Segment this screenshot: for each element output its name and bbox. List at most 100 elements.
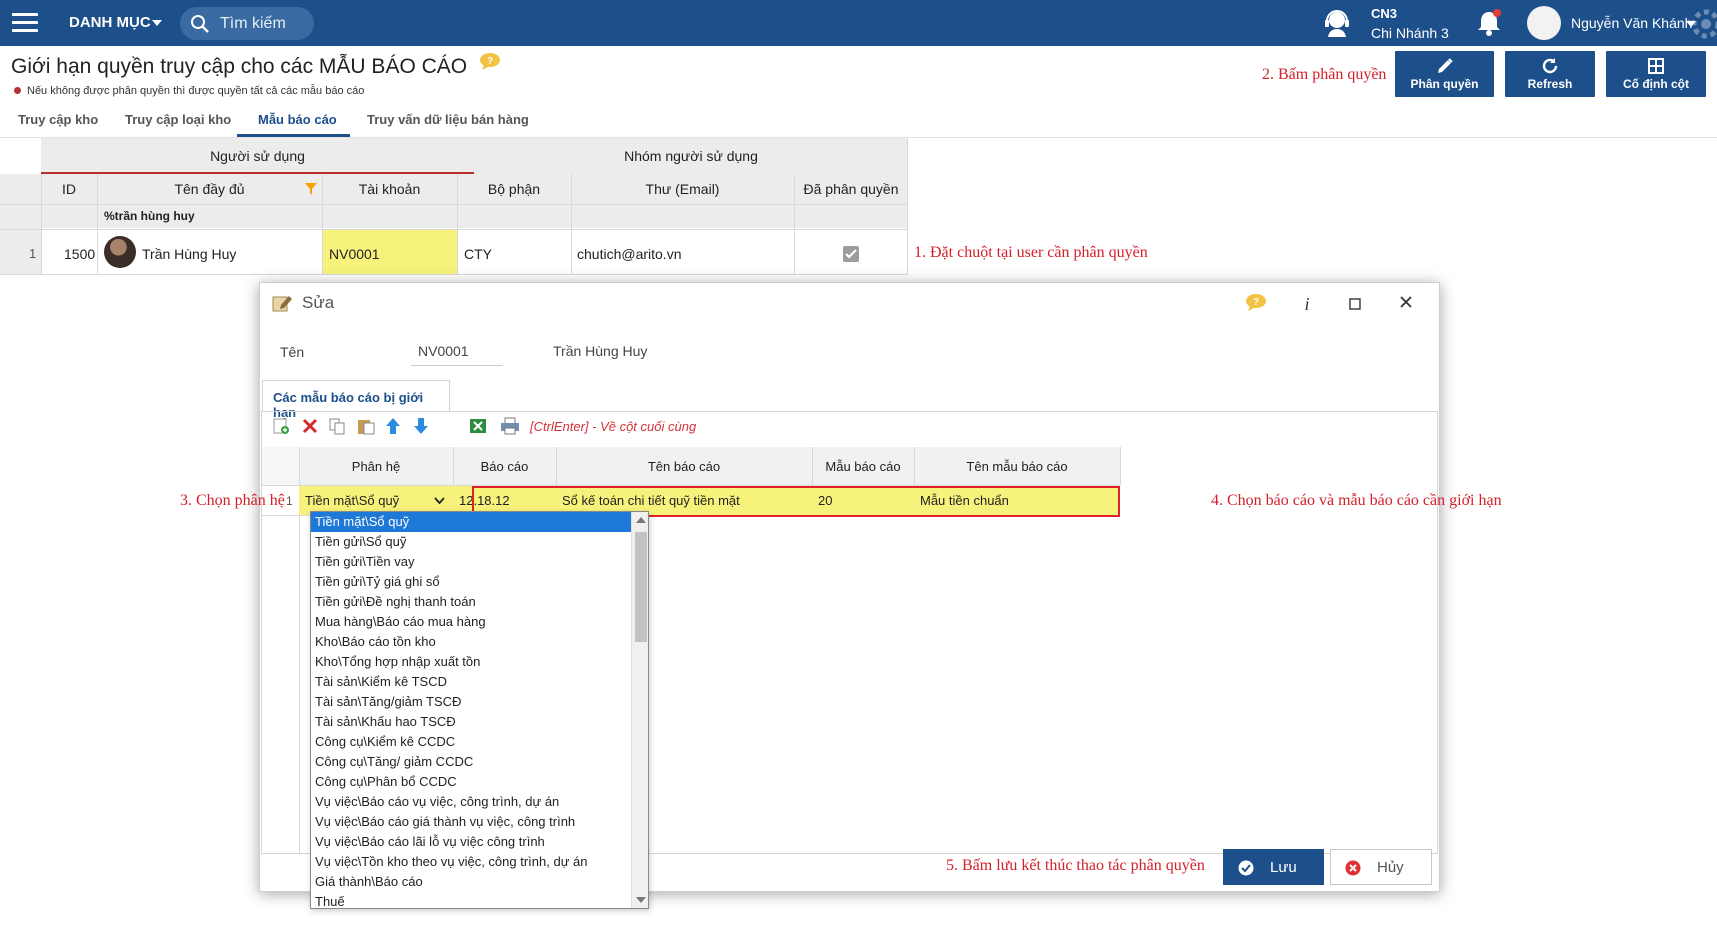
maximize-icon[interactable] bbox=[1349, 298, 1361, 310]
bell-icon[interactable] bbox=[1474, 8, 1504, 38]
full-name-field: Trần Hùng Huy bbox=[553, 343, 648, 359]
filter-icon[interactable] bbox=[304, 182, 318, 196]
grid-line bbox=[322, 174, 323, 275]
tab-warehouse-type-access[interactable]: Truy cập loại kho bbox=[125, 112, 231, 127]
copy-icon[interactable] bbox=[328, 417, 346, 435]
filter-full-name[interactable]: %trần hùng huy bbox=[104, 209, 195, 223]
dropdown-option[interactable]: Tiền mặt\Sổ quỹ bbox=[311, 512, 631, 532]
branch-name[interactable]: Chi Nhánh 3 bbox=[1371, 25, 1449, 41]
dropdown-option[interactable]: Mua hàng\Báo cáo mua hàng bbox=[311, 612, 631, 632]
dropdown-option[interactable]: Kho\Báo cáo tồn kho bbox=[311, 632, 631, 652]
help-icon[interactable]: ? bbox=[479, 52, 501, 70]
tab-report-templates[interactable]: Mẫu báo cáo bbox=[258, 112, 337, 127]
dropdown-option[interactable]: Thuế bbox=[311, 892, 631, 908]
column-header-report-name[interactable]: Tên báo cáo bbox=[556, 447, 812, 485]
branch-code[interactable]: CN3 bbox=[1371, 6, 1397, 21]
cell-id[interactable]: 1500 bbox=[64, 246, 95, 262]
dropdown-option[interactable]: Kho\Tổng hợp nhập xuất tồn bbox=[311, 652, 631, 672]
dropdown-option[interactable]: Tài sản\Khấu hao TSCĐ bbox=[311, 712, 631, 732]
dropdown-option[interactable]: Tiền gửi\Tỷ giá ghi sổ bbox=[311, 572, 631, 592]
dropdown-option[interactable]: Tiền gửi\Tiền vay bbox=[311, 552, 631, 572]
dropdown-option[interactable]: Tiền gửi\Đề nghị thanh toán bbox=[311, 592, 631, 612]
catalog-menu[interactable]: DANH MỤC bbox=[69, 14, 151, 31]
add-row-icon[interactable] bbox=[272, 417, 290, 435]
column-header-department[interactable]: Bộ phận bbox=[457, 174, 571, 204]
tab-restricted-reports[interactable]: Các mẫu báo cáo bị giới hạn bbox=[262, 380, 450, 420]
dropdown-option[interactable]: Vụ việc\Báo cáo giá thành vụ việc, công … bbox=[311, 812, 631, 832]
paste-icon[interactable] bbox=[356, 417, 376, 435]
assign-permission-button[interactable]: Phân quyền bbox=[1395, 51, 1494, 97]
scroll-up-icon[interactable] bbox=[636, 516, 646, 523]
support-agent-icon[interactable] bbox=[1322, 9, 1352, 37]
scrollbar-thumb[interactable] bbox=[635, 532, 647, 642]
tab-sales-data-query[interactable]: Truy vấn dữ liệu bán hàng bbox=[367, 112, 529, 127]
chevron-down-icon[interactable] bbox=[434, 497, 445, 505]
dropdown-scrollbar[interactable] bbox=[631, 512, 648, 908]
column-header-id[interactable]: ID bbox=[41, 174, 97, 204]
dropdown-option[interactable]: Công cụ\Phân bổ CCDC bbox=[311, 772, 631, 792]
page-title: Giới hạn quyền truy cập cho các MẪU BÁO … bbox=[11, 55, 468, 78]
column-header-assigned[interactable]: Đã phân quyền bbox=[794, 174, 908, 204]
dropdown-option[interactable]: Tiền gửi\Sổ quỹ bbox=[311, 532, 631, 552]
cell-full-name[interactable]: Trần Hùng Huy bbox=[142, 246, 236, 262]
tab-warehouse-access[interactable]: Truy cập kho bbox=[18, 112, 98, 127]
grid-line bbox=[794, 174, 795, 275]
refresh-button[interactable]: Refresh bbox=[1505, 51, 1595, 97]
save-button[interactable]: Lưu bbox=[1223, 849, 1324, 885]
info-icon[interactable]: i bbox=[1300, 293, 1314, 313]
dialog-title: Sửa bbox=[302, 293, 335, 312]
move-up-icon[interactable] bbox=[384, 417, 402, 435]
group-header-user-group: Nhóm người sử dụng bbox=[474, 138, 908, 174]
close-icon[interactable] bbox=[1399, 295, 1413, 309]
assigned-checkbox[interactable] bbox=[842, 245, 860, 263]
cell-department[interactable]: CTY bbox=[464, 246, 492, 262]
column-header-full-name[interactable]: Tên đầy đủ bbox=[97, 174, 322, 204]
grid-line bbox=[1120, 447, 1121, 485]
search-icon bbox=[191, 15, 209, 33]
account-field[interactable]: NV0001 bbox=[418, 343, 469, 359]
svg-text:?: ? bbox=[487, 56, 493, 67]
annotation-step3: 3. Chọn phân hệ bbox=[180, 492, 285, 509]
excel-icon[interactable] bbox=[469, 417, 487, 435]
column-header-template-name[interactable]: Tên mẫu báo cáo bbox=[914, 447, 1120, 485]
fix-column-button[interactable]: Cố định cột bbox=[1606, 51, 1706, 97]
cell-email[interactable]: chutich@arito.vn bbox=[577, 246, 681, 262]
help-icon[interactable]: ? bbox=[1245, 293, 1267, 311]
hamburger-menu-icon[interactable] bbox=[12, 13, 38, 33]
scroll-down-icon[interactable] bbox=[636, 897, 646, 904]
user-avatar[interactable] bbox=[1527, 6, 1561, 40]
delete-row-icon[interactable] bbox=[301, 417, 319, 435]
grid-line bbox=[914, 447, 915, 485]
print-icon[interactable] bbox=[500, 417, 520, 435]
dropdown-option[interactable]: Vụ việc\Báo cáo vụ việc, công trình, dự … bbox=[311, 792, 631, 812]
svg-text:i: i bbox=[1304, 294, 1309, 313]
chevron-down-icon[interactable] bbox=[152, 20, 162, 26]
dropdown-option[interactable]: Giá thành\Báo cáo bbox=[311, 872, 631, 892]
name-label: Tên bbox=[280, 344, 305, 360]
dropdown-option[interactable]: Công cụ\Kiểm kê CCDC bbox=[311, 732, 631, 752]
dropdown-option[interactable]: Tài sản\Kiểm kê TSCD bbox=[311, 672, 631, 692]
dropdown-option[interactable]: Vụ việc\Báo cáo lãi lỗ vụ việc công trìn… bbox=[311, 832, 631, 852]
gear-icon[interactable] bbox=[1688, 4, 1717, 44]
column-header-module[interactable]: Phân hệ bbox=[299, 447, 453, 485]
column-header-template[interactable]: Mẫu báo cáo bbox=[812, 447, 914, 485]
search-input[interactable]: Tìm kiếm bbox=[180, 7, 314, 40]
column-header-account[interactable]: Tài khoản bbox=[322, 174, 457, 204]
account-field-underline bbox=[411, 365, 503, 366]
column-header-report[interactable]: Báo cáo bbox=[453, 447, 556, 485]
fix-column-label: Cố định cột bbox=[1623, 77, 1689, 91]
dropdown-option[interactable]: Vụ việc\Tồn kho theo vụ việc, công trình… bbox=[311, 852, 631, 872]
dropdown-option[interactable]: Công cụ\Tăng/ giảm CCDC bbox=[311, 752, 631, 772]
grid-line bbox=[0, 229, 908, 230]
svg-text:?: ? bbox=[1253, 297, 1259, 308]
dropdown-option[interactable]: Tài sản\Tăng/giảm TSCĐ bbox=[311, 692, 631, 712]
user-name[interactable]: Nguyễn Văn Khánh bbox=[1571, 15, 1692, 31]
move-down-icon[interactable] bbox=[412, 417, 430, 435]
cell-account[interactable]: NV0001 bbox=[329, 246, 380, 262]
cancel-button[interactable]: Hủy bbox=[1330, 849, 1432, 885]
annotation-step2: 2. Bấm phân quyền bbox=[1262, 66, 1387, 83]
column-header-email[interactable]: Thư (Email) bbox=[571, 174, 794, 204]
module-dropdown-list[interactable]: Tiền mặt\Sổ quỹ Tiền gửi\Sổ quỹ Tiền gửi… bbox=[310, 511, 649, 909]
grid-line bbox=[453, 447, 454, 485]
refresh-icon bbox=[1542, 58, 1558, 74]
